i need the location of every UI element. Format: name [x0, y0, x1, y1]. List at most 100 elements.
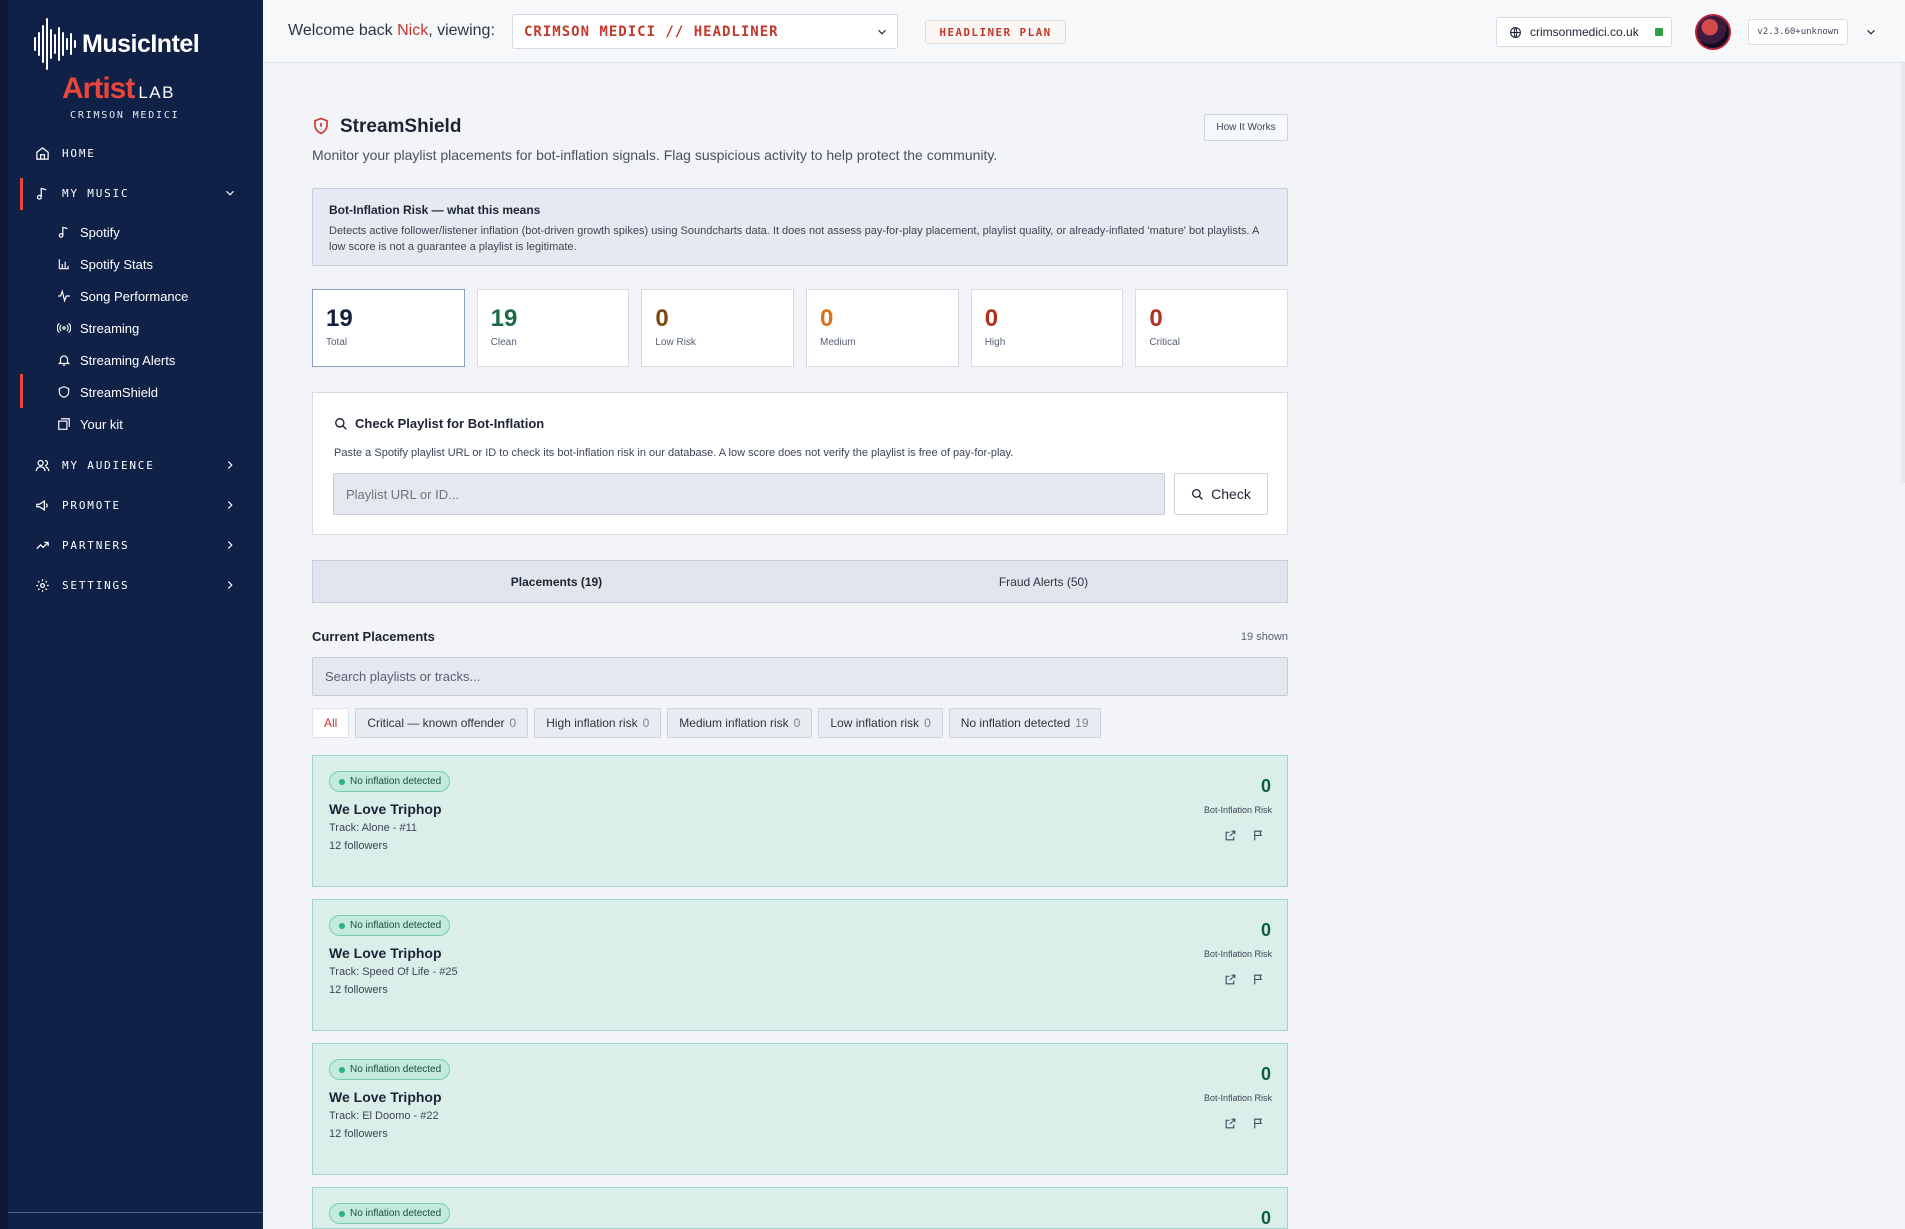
stat-value: 0 — [820, 305, 834, 332]
activity-icon — [56, 289, 71, 304]
sidebar-item-settings[interactable]: SETTINGS — [20, 570, 245, 600]
filter-count: 0 — [793, 716, 801, 730]
playlist-name: We Love Triphop — [329, 801, 442, 817]
active-item-indicator — [20, 374, 23, 408]
risk-score: 0 — [1260, 920, 1271, 940]
sidebar-item-home[interactable]: HOME — [20, 138, 245, 168]
sidebar-item-label: Song Performance — [80, 288, 189, 304]
sidebar-item-spotify-stats[interactable]: Spotify Stats — [56, 250, 246, 278]
how-it-works-button[interactable]: How It Works — [1204, 114, 1288, 141]
stat-card-high[interactable]: 0 High — [970, 289, 1124, 367]
sidebar-item-streaming[interactable]: Streaming — [56, 314, 246, 342]
top-bar: Welcome back Nick, viewing: CRIMSON MEDI… — [263, 0, 1905, 63]
chevron-down-icon[interactable] — [1864, 25, 1878, 39]
sidebar-item-spotify[interactable]: Spotify — [56, 218, 246, 246]
list-header: Current Placements 19 shown — [312, 629, 1288, 649]
flag-icon[interactable] — [1252, 829, 1265, 842]
placement-card[interactable]: No inflation detected We Love Triphop Tr… — [312, 1043, 1288, 1175]
brand-name: MusicIntel — [82, 29, 200, 58]
search-input[interactable] — [312, 657, 1288, 696]
sidebar-item-label: MY MUSIC — [62, 186, 130, 200]
flag-icon[interactable] — [1252, 1117, 1265, 1130]
followers: 12 followers — [329, 1128, 388, 1140]
risk-score-label: Bot-Inflation Risk — [1203, 805, 1272, 815]
filter-critical[interactable]: Critical — known offender 0 — [355, 708, 529, 738]
check-button-label: Check — [1211, 486, 1251, 502]
kit-icon — [56, 417, 71, 432]
welcome-prefix: Welcome back — [288, 22, 393, 39]
playlist-name: We Love Triphop — [329, 945, 442, 961]
stat-label: Medium — [820, 337, 856, 348]
placement-card[interactable]: No inflation detected We Love Triphop Tr… — [312, 755, 1288, 887]
flag-icon[interactable] — [1252, 973, 1265, 986]
stat-label: Critical — [1149, 337, 1180, 348]
sidebar-item-streamshield[interactable]: StreamShield — [56, 378, 246, 406]
filter-label: No inflation detected — [960, 716, 1071, 730]
scrollbar[interactable] — [1901, 63, 1905, 483]
brand-lab-word: LAB — [138, 83, 175, 102]
sidebar-item-my-music[interactable]: MY MUSIC — [20, 178, 245, 208]
stat-card-low-risk[interactable]: 0 Low Risk — [641, 289, 795, 367]
sidebar-item-your-kit[interactable]: Your kit — [56, 410, 246, 438]
info-text: Detects active follower/listener inflati… — [329, 225, 1259, 253]
sidebar-item-label: HOME — [62, 146, 96, 160]
external-link-icon[interactable] — [1224, 829, 1237, 842]
filter-label: Medium inflation risk — [679, 716, 789, 730]
sidebar-item-song-performance[interactable]: Song Performance — [56, 282, 246, 310]
placement-card[interactable]: No inflation detected 0 — [312, 1187, 1288, 1229]
filter-low[interactable]: Low inflation risk 0 — [818, 708, 943, 738]
sidebar-item-my-audience[interactable]: MY AUDIENCE — [20, 450, 245, 480]
artist-selected-value: CRIMSON MEDICI // HEADLINER — [524, 23, 779, 40]
avatar[interactable] — [1695, 14, 1731, 50]
page-subtitle: Monitor your playlist placements for bot… — [312, 147, 998, 163]
sidebar-item-partners[interactable]: PARTNERS — [20, 530, 245, 560]
tab-placements[interactable]: Placements (19) — [313, 561, 800, 602]
check-button[interactable]: Check — [1174, 473, 1268, 515]
artist-selector[interactable]: CRIMSON MEDICI // HEADLINER — [512, 14, 898, 49]
stat-card-critical[interactable]: 0 Critical — [1135, 289, 1289, 367]
tab-fraud-alerts[interactable]: Fraud Alerts (50) — [800, 561, 1287, 602]
filter-medium[interactable]: Medium inflation risk 0 — [667, 708, 813, 738]
filter-bar: All Critical — known offender 0 High inf… — [312, 708, 1101, 738]
stat-value: 19 — [490, 305, 518, 332]
playlist-name: We Love Triphop — [329, 1089, 442, 1105]
page-header: StreamShield How It Works — [312, 114, 1288, 144]
filter-high[interactable]: High inflation risk 0 — [534, 708, 662, 738]
filter-none[interactable]: No inflation detected 19 — [948, 708, 1101, 738]
playlist-url-input[interactable] — [333, 473, 1165, 515]
status-badge: No inflation detected — [329, 771, 451, 792]
sidebar-divider — [8, 1212, 263, 1213]
filter-all[interactable]: All — [312, 708, 350, 738]
sidebar-item-promote[interactable]: PROMOTE — [20, 490, 245, 520]
tabs: Placements (19) Fraud Alerts (50) — [312, 560, 1288, 603]
music-note-icon — [56, 225, 71, 240]
filter-count: 0 — [642, 716, 650, 730]
filter-label: Critical — known offender — [367, 716, 505, 730]
stat-card-total[interactable]: 19 Total — [312, 289, 465, 367]
stat-card-medium[interactable]: 0 Medium — [806, 289, 959, 367]
megaphone-icon — [34, 497, 50, 513]
risk-score: 0 — [1260, 1064, 1271, 1084]
info-title: Bot-Inflation Risk — what this means — [329, 203, 541, 217]
sidebar-item-label: SETTINGS — [62, 578, 130, 592]
sidebar: MusicIntel Artist LAB CRIMSON MEDICI HOM… — [0, 0, 263, 1229]
external-link-icon[interactable] — [1224, 1117, 1237, 1130]
stat-card-clean[interactable]: 19 Clean — [476, 289, 630, 367]
stat-value: 0 — [655, 305, 669, 332]
globe-icon — [1509, 26, 1522, 39]
domain-text: crimsonmedici.co.uk — [1530, 25, 1639, 39]
domain-link[interactable]: crimsonmedici.co.uk — [1496, 17, 1672, 47]
placement-card[interactable]: No inflation detected We Love Triphop Tr… — [312, 899, 1288, 1031]
shield-icon — [56, 385, 71, 400]
stat-value: 19 — [326, 305, 353, 332]
trending-up-icon — [34, 537, 50, 553]
search-icon — [334, 417, 348, 431]
sidebar-item-label: Spotify — [80, 224, 120, 240]
external-link-icon[interactable] — [1224, 973, 1237, 986]
sidebar-edge — [0, 0, 8, 1229]
status-badge: No inflation detected — [329, 1059, 451, 1080]
filter-count: 19 — [1075, 716, 1089, 730]
chevron-right-icon — [223, 458, 237, 472]
brand-logo[interactable]: MusicIntel Artist LAB CRIMSON MEDICI — [34, 18, 234, 121]
sidebar-item-streaming-alerts[interactable]: Streaming Alerts — [56, 346, 246, 374]
